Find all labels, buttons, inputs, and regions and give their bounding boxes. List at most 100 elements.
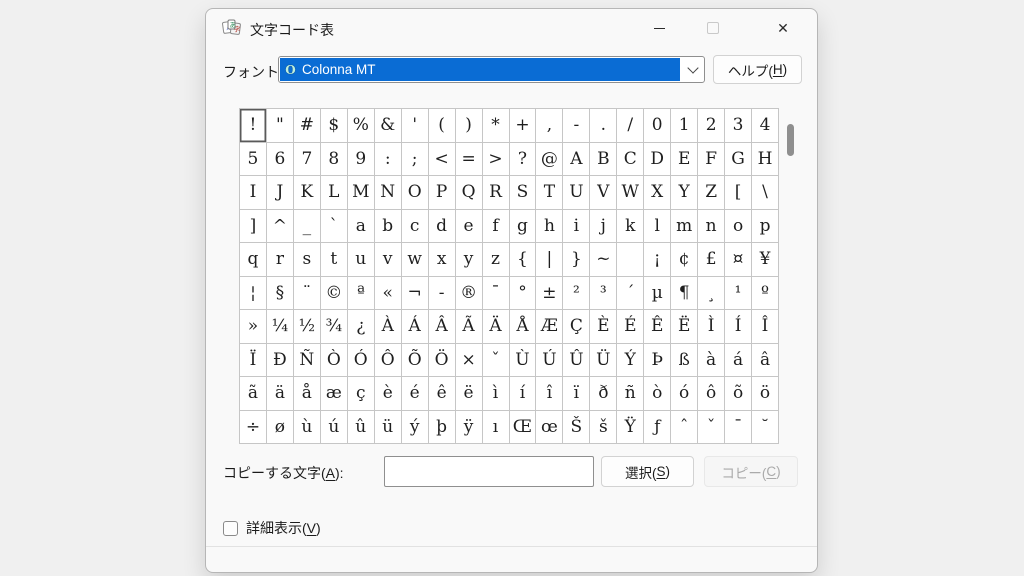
char-cell[interactable]: 5	[240, 143, 267, 177]
char-cell[interactable]: -	[429, 277, 456, 311]
copy-button[interactable]: コピー(C)	[704, 456, 798, 487]
char-cell[interactable]: Í	[725, 310, 752, 344]
char-cell[interactable]: `	[321, 210, 348, 244]
char-cell[interactable]: ©	[321, 277, 348, 311]
char-cell[interactable]: ý	[402, 411, 429, 445]
advanced-view-checkbox[interactable]	[223, 521, 238, 536]
char-cell[interactable]: å	[294, 377, 321, 411]
char-cell[interactable]: Ô	[375, 344, 402, 378]
char-cell[interactable]: ¥	[752, 243, 779, 277]
char-cell[interactable]: ã	[240, 377, 267, 411]
char-cell[interactable]: ;	[402, 143, 429, 177]
char-cell[interactable]: Î	[752, 310, 779, 344]
char-cell[interactable]: ÷	[240, 411, 267, 445]
help-button[interactable]: ヘルプ(H)	[713, 55, 802, 84]
char-cell[interactable]: u	[348, 243, 375, 277]
grid-scrollbar-thumb[interactable]	[787, 124, 794, 156]
char-cell[interactable]: ½	[294, 310, 321, 344]
char-cell[interactable]: š	[590, 411, 617, 445]
char-cell[interactable]: ¢	[671, 243, 698, 277]
char-cell[interactable]: _	[294, 210, 321, 244]
char-cell[interactable]: ª	[348, 277, 375, 311]
char-cell[interactable]: ñ	[617, 377, 644, 411]
char-cell[interactable]: ó	[671, 377, 698, 411]
char-cell[interactable]: §	[267, 277, 294, 311]
char-cell[interactable]: þ	[429, 411, 456, 445]
char-cell[interactable]: ü	[375, 411, 402, 445]
char-cell[interactable]: î	[536, 377, 563, 411]
char-cell[interactable]: Š	[563, 411, 590, 445]
char-cell[interactable]: c	[402, 210, 429, 244]
char-cell[interactable]: ¡	[644, 243, 671, 277]
char-cell[interactable]: <	[429, 143, 456, 177]
char-cell[interactable]: $	[321, 109, 348, 143]
char-cell[interactable]: ö	[752, 377, 779, 411]
char-cell[interactable]: ç	[348, 377, 375, 411]
char-cell[interactable]: ˆ	[671, 411, 698, 445]
char-cell[interactable]: n	[698, 210, 725, 244]
char-cell[interactable]: ÿ	[456, 411, 483, 445]
char-cell[interactable]: R	[483, 176, 510, 210]
char-cell[interactable]: k	[617, 210, 644, 244]
char-cell[interactable]: â	[752, 344, 779, 378]
char-cell[interactable]: ±	[536, 277, 563, 311]
char-cell[interactable]: d	[429, 210, 456, 244]
char-cell[interactable]: I	[240, 176, 267, 210]
char-cell[interactable]: >	[483, 143, 510, 177]
char-cell[interactable]: Œ	[510, 411, 537, 445]
char-cell[interactable]: É	[617, 310, 644, 344]
char-cell[interactable]: Ó	[348, 344, 375, 378]
char-cell[interactable]: »	[240, 310, 267, 344]
char-cell[interactable]: N	[375, 176, 402, 210]
char-cell[interactable]: Æ	[536, 310, 563, 344]
char-cell[interactable]: '	[402, 109, 429, 143]
char-cell[interactable]: q	[240, 243, 267, 277]
char-cell[interactable]: C	[617, 143, 644, 177]
char-cell[interactable]: Ü	[590, 344, 617, 378]
char-cell[interactable]: G	[725, 143, 752, 177]
char-cell[interactable]: [	[725, 176, 752, 210]
char-cell[interactable]: .	[590, 109, 617, 143]
char-cell[interactable]: a	[348, 210, 375, 244]
char-cell[interactable]: L	[321, 176, 348, 210]
char-cell[interactable]: ?	[510, 143, 537, 177]
char-cell[interactable]: Å	[510, 310, 537, 344]
char-cell[interactable]: o	[725, 210, 752, 244]
char-cell[interactable]: ¯	[725, 411, 752, 445]
char-cell[interactable]: ú	[321, 411, 348, 445]
char-cell[interactable]: 2	[698, 109, 725, 143]
close-button[interactable]: ✕	[760, 10, 806, 46]
char-cell[interactable]: 7	[294, 143, 321, 177]
char-cell[interactable]: ß	[671, 344, 698, 378]
char-cell[interactable]: Ï	[240, 344, 267, 378]
char-cell[interactable]: È	[590, 310, 617, 344]
char-cell[interactable]: @	[536, 143, 563, 177]
char-cell[interactable]: M	[348, 176, 375, 210]
char-cell[interactable]: Û	[563, 344, 590, 378]
char-cell[interactable]: #	[294, 109, 321, 143]
char-cell[interactable]: f	[483, 210, 510, 244]
char-cell[interactable]: U	[563, 176, 590, 210]
char-cell[interactable]: t	[321, 243, 348, 277]
char-cell[interactable]: ê	[429, 377, 456, 411]
char-cell[interactable]: "	[267, 109, 294, 143]
char-cell[interactable]: x	[429, 243, 456, 277]
char-cell[interactable]: K	[294, 176, 321, 210]
char-cell[interactable]: Ñ	[294, 344, 321, 378]
char-cell[interactable]: P	[429, 176, 456, 210]
char-cell[interactable]: i	[563, 210, 590, 244]
char-cell[interactable]: œ	[536, 411, 563, 445]
char-cell[interactable]: ¶	[671, 277, 698, 311]
char-cell[interactable]: Ã	[456, 310, 483, 344]
char-cell[interactable]: Þ	[644, 344, 671, 378]
char-cell[interactable]: s	[294, 243, 321, 277]
char-cell[interactable]: ²	[563, 277, 590, 311]
char-cell[interactable]: À	[375, 310, 402, 344]
char-cell[interactable]: Õ	[402, 344, 429, 378]
characters-to-copy-input[interactable]	[384, 456, 594, 487]
char-cell[interactable]: Ð	[267, 344, 294, 378]
char-cell[interactable]: E	[671, 143, 698, 177]
char-cell[interactable]: ù	[294, 411, 321, 445]
char-cell[interactable]: ¸	[698, 277, 725, 311]
char-cell[interactable]: V	[590, 176, 617, 210]
